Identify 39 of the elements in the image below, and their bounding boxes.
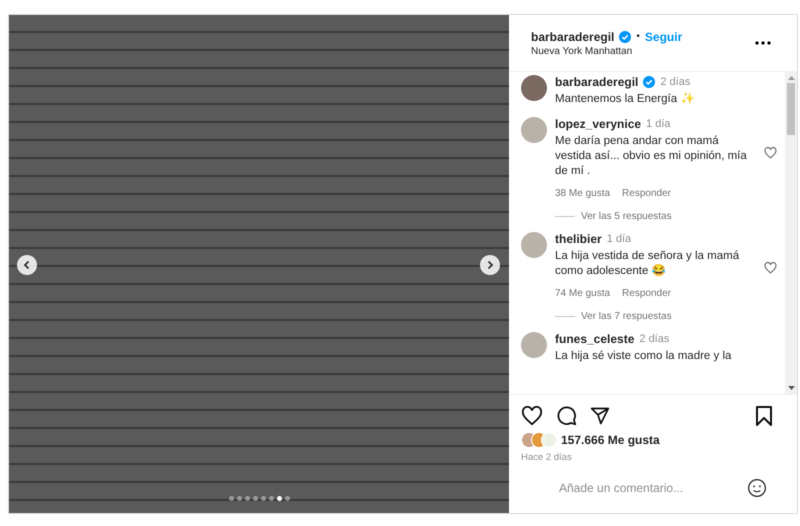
speech-bubble-icon[interactable] — [556, 405, 577, 426]
separator-dot: • — [636, 31, 640, 42]
timestamp: 2 días — [660, 76, 690, 88]
scrollbar[interactable] — [785, 72, 797, 394]
avatar[interactable] — [521, 75, 547, 101]
paper-plane-icon[interactable] — [590, 406, 610, 426]
like-count: 38 Me gusta — [555, 188, 610, 199]
username[interactable]: funes_celeste — [555, 332, 634, 346]
comment-text: La hija sé viste como la madre y la — [555, 349, 732, 364]
username[interactable]: barbaraderegil — [531, 30, 614, 44]
scroll-down-arrow-icon[interactable] — [788, 386, 794, 391]
liker-avatars-drawing — [521, 432, 557, 448]
timestamp: 1 día — [606, 233, 632, 245]
next-button[interactable] — [480, 255, 500, 275]
post-date: Hace 2 días — [520, 451, 573, 463]
caption-text: Mantenemos la Energía ✨ — [555, 92, 696, 107]
reply-button[interactable]: Responder — [622, 288, 671, 299]
username[interactable]: thelibier — [555, 232, 602, 246]
username[interactable]: lopez_verynice — [555, 117, 642, 131]
chevron-left-icon — [22, 260, 32, 270]
scrollbar-thumb[interactable] — [787, 83, 795, 135]
previous-button[interactable] — [17, 255, 37, 275]
emoji-icon[interactable] — [747, 478, 767, 498]
bookmark-icon[interactable] — [755, 406, 773, 426]
like-count[interactable]: 157.666 Me gusta — [561, 433, 660, 447]
reply-button[interactable]: Responder — [622, 188, 671, 199]
chevron-right-icon — [485, 260, 495, 270]
more-options-icon[interactable] — [755, 41, 771, 45]
comment-input[interactable]: Añade un comentario... — [559, 481, 747, 495]
timestamp: 2 días — [639, 333, 670, 345]
like-count: 74 Me gusta — [555, 288, 610, 299]
view-replies-button[interactable]: Ver las 7 respuestas — [581, 311, 672, 322]
view-replies-button[interactable]: Ver las 5 respuestas — [581, 211, 672, 222]
location-text: Nueva York Manhattan — [531, 46, 634, 56]
username[interactable]: barbaraderegil — [555, 75, 638, 89]
timestamp: 1 día — [646, 118, 671, 130]
comment-text: Me daría pena andar con mamá vestida así... obvio es mi opinión, mía de mí . — [555, 134, 748, 179]
comment-text: La hija vestida de señora y la mamá como adolescente 😂 — [555, 249, 740, 279]
heart-icon[interactable] — [521, 406, 543, 426]
